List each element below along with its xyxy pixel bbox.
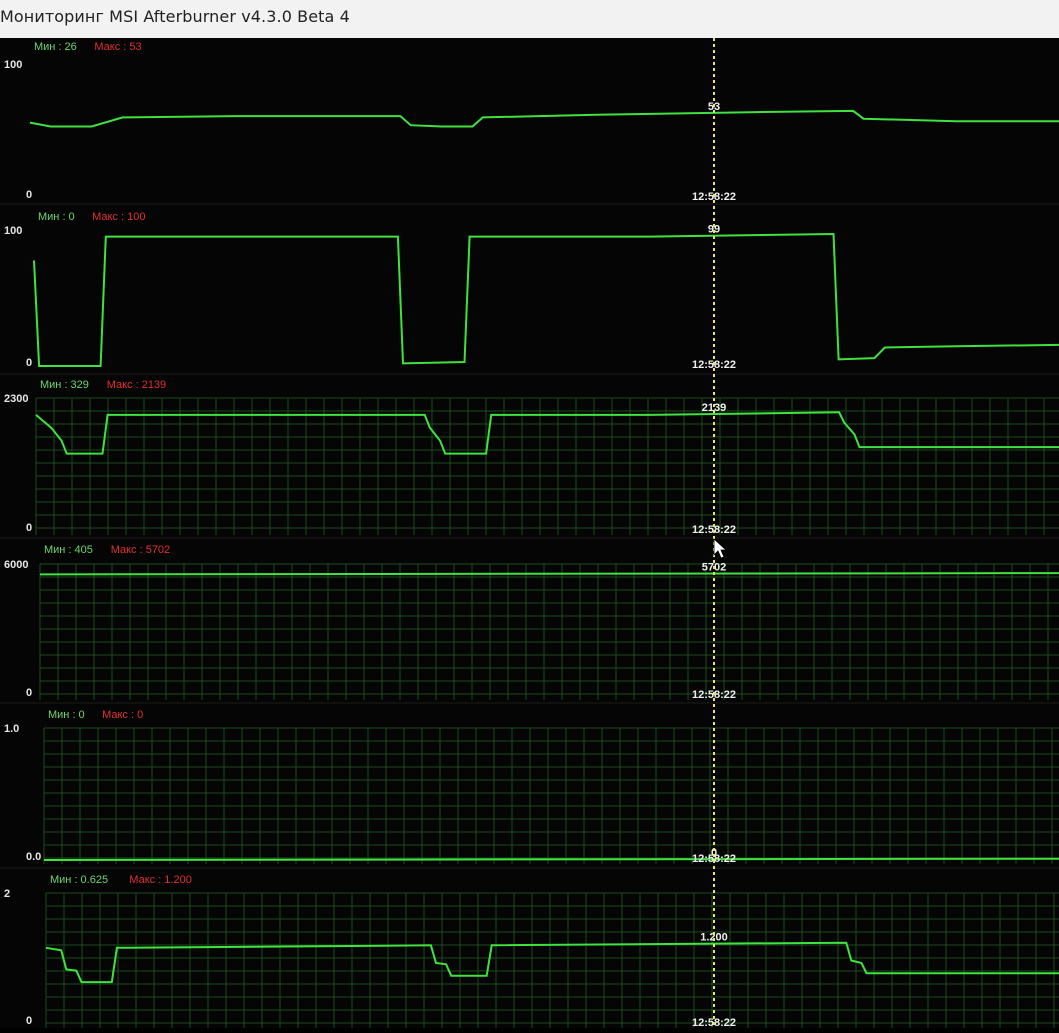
series-line (33, 232, 1059, 367)
y-axis-max-label: 100 (4, 225, 22, 237)
graph-5: Мин : 0 Макс : 01.00.0 012:58:22 (0, 709, 1059, 869)
y-axis-min-label: 0.0 (26, 851, 41, 863)
y-axis-min-label: 0 (26, 189, 32, 201)
series-line (35, 411, 1059, 455)
series-line (45, 941, 1059, 984)
y-axis-max-label: 2 (4, 888, 10, 900)
graph-2: Мин : 0Макс : 10010009912:58:22 (0, 211, 1059, 375)
y-axis-max-label: 6000 (4, 559, 28, 571)
y-axis-max-label: 100 (4, 59, 22, 71)
max-label: Макс : 53 (94, 41, 141, 53)
min-label: Мин : 0 (48, 709, 85, 721)
y-axis-min-label: 0 (26, 1015, 32, 1027)
graph-3: Мин : 329Макс : 213923000213912:58:22 (0, 379, 1059, 539)
y-axis-max-label: 1.0 (4, 723, 19, 735)
y-axis-min-label: 0 (26, 522, 32, 534)
max-label: Макс : 2139 (107, 379, 166, 391)
graphs-canvas[interactable]: Мин : 26Макс : 5310005312:58:22Мин : 0Ма… (0, 38, 1059, 1031)
y-axis-min-label: 0 (26, 687, 32, 699)
monitoring-graphs-panel[interactable]: Мин : 26Макс : 5310005312:58:22Мин : 0Ма… (0, 38, 1059, 1031)
series-line (43, 857, 1059, 861)
series-line (39, 572, 1059, 576)
y-axis-max-label: 2300 (4, 393, 28, 405)
min-label: Мин : 0 (38, 211, 75, 223)
graph-6: Мин : 0.625Макс : 1.200201.20012:58:22 (0, 874, 1059, 1031)
min-label: Мин : 329 (40, 379, 89, 391)
graph-4: Мин : 405Макс : 570260000570212:58:22 (0, 544, 1059, 704)
window-title-bar: Мониторинг MSI Afterburner v4.3.0 Beta 4 (0, 0, 1059, 39)
y-axis-min-label: 0 (26, 357, 32, 369)
max-label: Макс : 1.200 (129, 874, 192, 886)
window-title: Мониторинг MSI Afterburner v4.3.0 Beta 4 (0, 7, 350, 26)
min-label: Мин : 0.625 (50, 874, 108, 886)
max-label: Макс : 5702 (111, 544, 170, 556)
graph-1: Мин : 26Макс : 5310005312:58:22 (0, 41, 1059, 205)
series-line (29, 109, 1059, 128)
max-label: Макс : 100 (92, 211, 145, 223)
min-label: Мин : 405 (44, 544, 93, 556)
min-label: Мин : 26 (34, 41, 77, 53)
mouse-pointer-icon (713, 538, 728, 559)
max-label: Макс : 0 (102, 709, 143, 721)
